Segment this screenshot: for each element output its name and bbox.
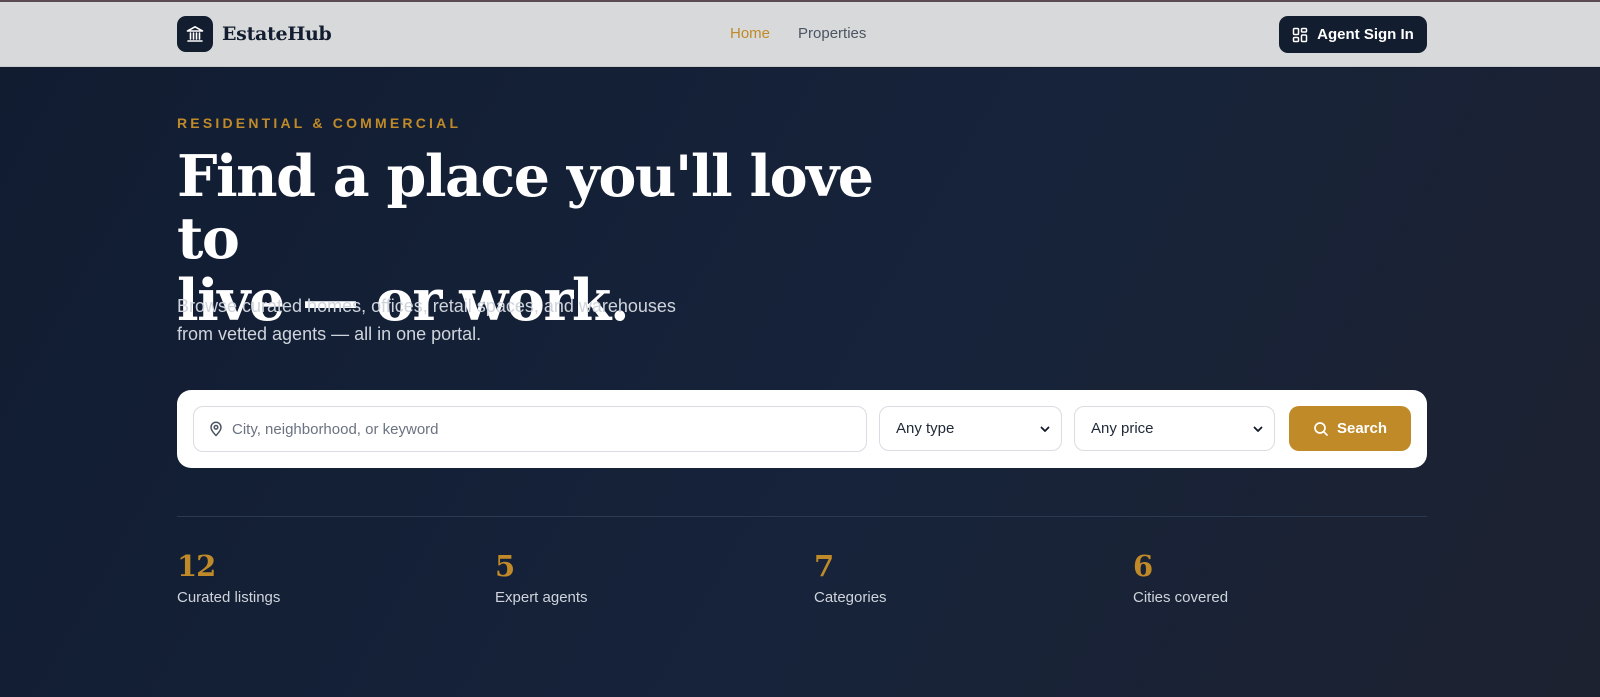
bank-building-icon bbox=[177, 16, 213, 52]
stat-categories: 7 Categories bbox=[814, 549, 887, 606]
main-nav: Home Properties bbox=[730, 25, 866, 42]
search-input-wrapper[interactable] bbox=[193, 406, 867, 452]
hero-section: RESIDENTIAL & COMMERCIAL Find a place yo… bbox=[0, 68, 1600, 697]
stat-expert-agents: 5 Expert agents bbox=[495, 549, 588, 606]
stat-value: 5 bbox=[495, 549, 515, 583]
search-input[interactable] bbox=[232, 420, 852, 438]
hero-subtext: Browse curated homes, offices, retail sp… bbox=[177, 292, 737, 348]
stat-value: 7 bbox=[814, 549, 834, 583]
stat-label: Curated listings bbox=[177, 589, 281, 606]
property-type-select-value: Any type bbox=[896, 420, 955, 437]
chevron-down-icon bbox=[1040, 426, 1050, 432]
brand-name: EstateHub bbox=[222, 23, 332, 45]
stat-curated-listings: 12 Curated listings bbox=[177, 549, 280, 606]
map-pin-icon bbox=[208, 421, 224, 437]
stat-value: 12 bbox=[177, 549, 216, 583]
property-type-select[interactable]: Any type bbox=[879, 406, 1062, 451]
hero-headline-line-1: Find a place you'll love to bbox=[177, 143, 874, 272]
search-panel: Any type Any price Search bbox=[177, 390, 1427, 468]
stat-label: Categories bbox=[814, 589, 887, 606]
dashboard-grid-icon bbox=[1292, 27, 1308, 42]
stat-value: 6 bbox=[1133, 549, 1153, 583]
search-button-label: Search bbox=[1336, 420, 1388, 437]
stats-row: 12 Curated listings 5 Expert agents 7 Ca… bbox=[177, 549, 1427, 629]
hero-eyebrow: RESIDENTIAL & COMMERCIAL bbox=[177, 115, 462, 131]
stat-cities-covered: 6 Cities covered bbox=[1133, 549, 1228, 606]
search-icon bbox=[1314, 421, 1328, 436]
chevron-down-icon bbox=[1253, 426, 1263, 432]
nav-link-home[interactable]: Home bbox=[730, 25, 770, 42]
top-navbar: EstateHub Home Properties Agent Sign In bbox=[0, 2, 1600, 67]
stat-label: Cities covered bbox=[1133, 589, 1229, 606]
search-button[interactable]: Search bbox=[1289, 406, 1411, 451]
nav-link-properties[interactable]: Properties bbox=[798, 25, 866, 42]
price-range-select[interactable]: Any price bbox=[1074, 406, 1275, 451]
stats-divider bbox=[177, 516, 1427, 517]
brand-logo[interactable]: EstateHub bbox=[177, 16, 332, 52]
agent-sign-in-button[interactable]: Agent Sign In bbox=[1279, 16, 1427, 53]
agent-sign-in-label: Agent Sign In bbox=[1317, 26, 1414, 43]
hero-subtext-line-1: Browse curated homes, offices, retail sp… bbox=[177, 296, 676, 316]
stat-label: Expert agents bbox=[495, 589, 588, 606]
hero-subtext-line-2: from vetted agents — all in one portal. bbox=[177, 324, 482, 344]
price-range-select-value: Any price bbox=[1091, 420, 1154, 437]
